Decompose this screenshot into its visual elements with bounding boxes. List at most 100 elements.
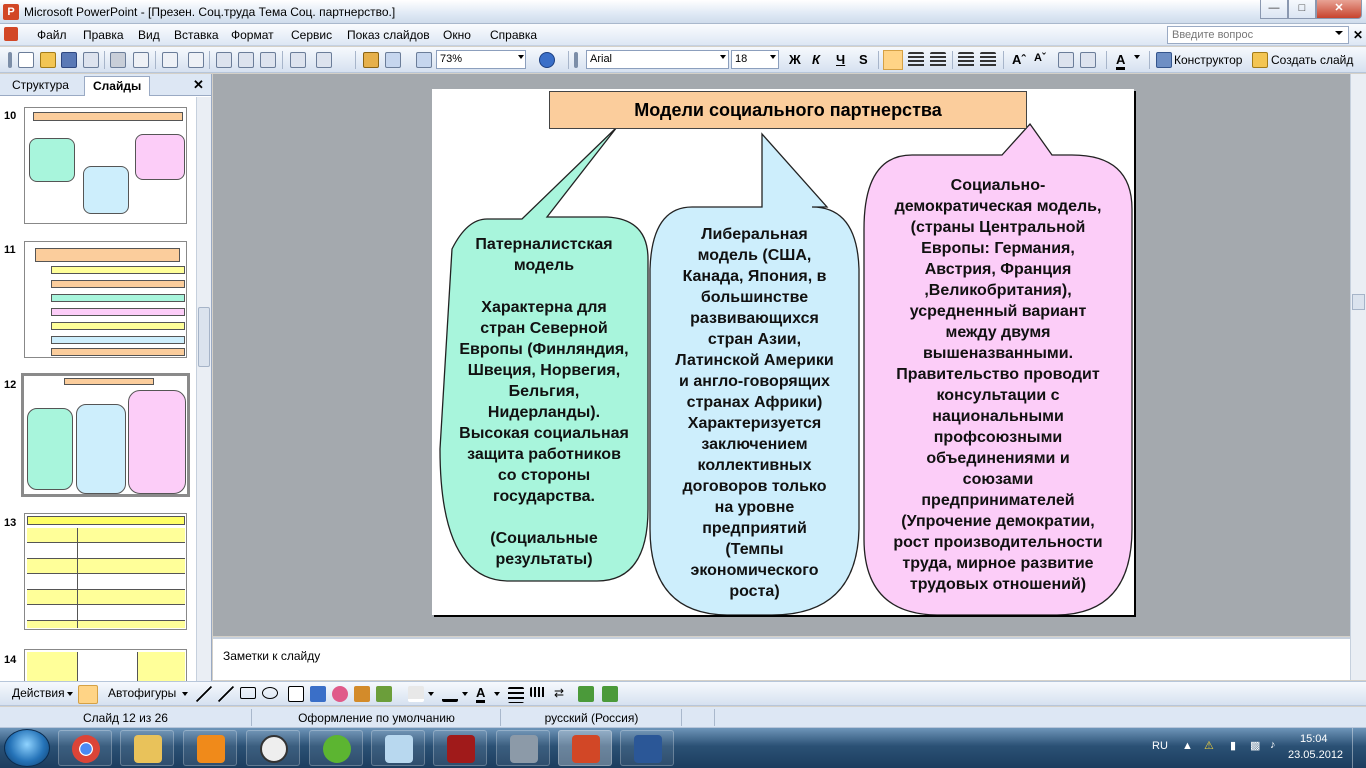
notes-pane[interactable]: Заметки к слайду (213, 637, 1350, 680)
taskbar-clock[interactable] (246, 730, 300, 766)
font-color-icon[interactable]: A (1116, 52, 1126, 70)
volume-icon[interactable]: ♪ (1270, 739, 1276, 751)
insert-table-icon[interactable] (385, 52, 401, 68)
select-pointer-icon[interactable] (78, 685, 98, 704)
undo-icon[interactable] (290, 52, 306, 68)
print-preview-icon[interactable] (133, 52, 149, 68)
diagram-icon[interactable] (332, 686, 348, 702)
redo-icon[interactable] (316, 52, 332, 68)
maximize-button[interactable]: □ (1288, 0, 1316, 19)
designer-icon[interactable] (1156, 52, 1172, 68)
grip-icon[interactable] (574, 52, 578, 68)
menu-app-icon[interactable] (4, 27, 18, 41)
taskbar-explorer[interactable] (120, 730, 174, 766)
menu-window[interactable]: Окно (443, 28, 471, 42)
chevron-down-icon[interactable] (67, 692, 73, 696)
start-button[interactable] (4, 729, 50, 767)
taskbar-utorrent[interactable] (309, 730, 363, 766)
align-right-icon[interactable] (930, 52, 946, 68)
menu-slideshow[interactable]: Показ слайдов (347, 28, 430, 42)
taskbar-notepad[interactable] (371, 730, 425, 766)
permission-icon[interactable] (83, 52, 99, 68)
bubble-liberal-text[interactable]: Либеральная модель (США, Канада, Япония,… (650, 224, 859, 602)
designer-button[interactable]: Конструктор (1174, 53, 1242, 67)
slide-thumbnail-14[interactable] (24, 649, 187, 682)
arrow-style-icon[interactable]: ⇄ (554, 686, 570, 702)
new-slide-button[interactable]: Создать слайд (1271, 53, 1353, 67)
show-desktop-button[interactable] (1352, 728, 1366, 768)
3d-style-icon[interactable] (602, 686, 618, 702)
scrollbar-thumb[interactable] (1352, 294, 1365, 310)
font-size-select[interactable]: 18 (731, 50, 779, 69)
menu-insert[interactable]: Вставка (174, 28, 219, 42)
grip-icon[interactable] (8, 52, 12, 68)
zoom-select[interactable]: 73% (436, 50, 526, 69)
chevron-down-icon[interactable] (518, 55, 524, 59)
chevron-down-icon[interactable] (1335, 31, 1343, 35)
warning-icon[interactable]: ⚠ (1204, 739, 1214, 752)
spelling-icon[interactable] (162, 52, 178, 68)
slide-title[interactable]: Модели социального партнерства (549, 91, 1027, 129)
chevron-down-icon[interactable] (428, 692, 434, 696)
menu-help[interactable]: Справка (490, 28, 537, 42)
slide-canvas[interactable]: Модели социального партнерства Патернали… (432, 89, 1134, 615)
close-document-icon[interactable]: ✕ (1353, 28, 1363, 42)
wordart-icon[interactable] (310, 686, 326, 702)
tab-outline[interactable]: Структура (4, 76, 77, 96)
taskbar-powerpoint[interactable] (558, 730, 612, 766)
tab-slides[interactable]: Слайды (84, 76, 151, 96)
shadow-button[interactable]: S (859, 52, 868, 67)
bold-button[interactable]: Ж (789, 52, 801, 67)
bubble-paternalist-text[interactable]: Патерналистская модель Характерна для ст… (440, 234, 648, 570)
status-language[interactable]: русский (Россия) (502, 709, 682, 726)
line-style-icon[interactable] (508, 687, 524, 703)
chevron-down-icon[interactable] (494, 692, 500, 696)
clock-time[interactable]: 15:04 (1300, 733, 1328, 745)
thumbnails-scrollbar[interactable] (196, 97, 211, 682)
ask-question-input[interactable]: Введите вопрос (1167, 26, 1349, 44)
chevron-down-icon[interactable] (770, 55, 776, 59)
close-icon[interactable]: ✕ (193, 77, 204, 93)
increase-font-icon[interactable]: Aˆ (1012, 52, 1026, 67)
font-color-icon[interactable]: A (476, 685, 486, 703)
show-grid-icon[interactable] (416, 52, 432, 68)
new-icon[interactable] (18, 52, 34, 68)
paste-icon[interactable] (260, 52, 276, 68)
bullets-icon[interactable] (980, 52, 996, 68)
slide-thumbnail-10[interactable] (24, 107, 187, 224)
clock-date[interactable]: 23.05.2012 (1288, 749, 1343, 761)
show-hidden-icons-icon[interactable]: ▲ (1182, 740, 1193, 752)
slide-thumbnail-13[interactable] (24, 513, 187, 630)
chevron-down-icon[interactable] (182, 692, 188, 696)
numbering-icon[interactable] (958, 52, 974, 68)
close-button[interactable]: ✕ (1316, 0, 1362, 19)
slide-thumbnail-11[interactable] (24, 241, 187, 358)
menu-tools[interactable]: Сервис (291, 28, 332, 42)
save-icon[interactable] (61, 52, 77, 68)
taskbar-game[interactable] (433, 730, 487, 766)
shadow-style-icon[interactable] (578, 686, 594, 702)
chevron-down-icon[interactable] (462, 692, 468, 696)
menu-view[interactable]: Вид (138, 28, 160, 42)
clipart-icon[interactable] (354, 686, 370, 702)
textbox-icon[interactable] (288, 686, 304, 702)
align-center-icon[interactable] (908, 52, 924, 68)
menu-format[interactable]: Формат (231, 28, 274, 42)
increase-indent-icon[interactable] (1080, 52, 1096, 68)
taskbar-word[interactable] (620, 730, 674, 766)
taskbar-media[interactable] (183, 730, 237, 766)
research-icon[interactable] (188, 52, 204, 68)
font-select[interactable]: Arial (586, 50, 729, 69)
copy-icon[interactable] (238, 52, 254, 68)
cut-icon[interactable] (216, 52, 232, 68)
taskbar-game2[interactable] (496, 730, 550, 766)
arrow-icon[interactable] (218, 686, 234, 702)
help-icon[interactable] (539, 52, 555, 68)
line-icon[interactable] (196, 686, 212, 702)
chevron-down-icon[interactable] (1134, 55, 1140, 59)
dash-style-icon[interactable] (530, 687, 546, 697)
open-icon[interactable] (40, 52, 56, 68)
new-slide-icon[interactable] (1252, 52, 1268, 68)
insert-chart-icon[interactable] (363, 52, 379, 68)
underline-button[interactable]: Ч (836, 52, 845, 67)
